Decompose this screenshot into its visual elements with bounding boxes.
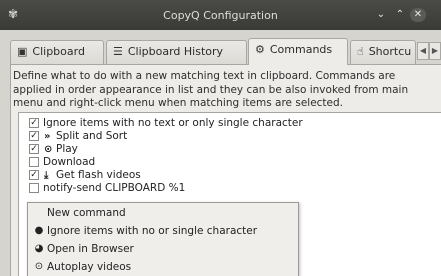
tab-label: Shortcu xyxy=(368,45,412,58)
command-checkbox[interactable]: ✓ xyxy=(29,118,39,128)
tab-commands[interactable]: ⚙ Commands xyxy=(248,38,348,65)
tab-clipboard[interactable]: ▣ Clipboard xyxy=(10,40,104,64)
tab-bar: ▣ Clipboard ☰ Clipboard History ⚙ Commands … xyxy=(8,38,441,65)
menu-item-label: New command xyxy=(47,207,126,219)
command-label: Get flash videos xyxy=(56,169,141,181)
tab-label: Commands xyxy=(269,43,333,56)
menu-item-new-command[interactable]: New command xyxy=(28,204,298,222)
menu-item-label: Open in Browser xyxy=(47,243,134,255)
globe-icon: ◕ xyxy=(34,243,44,254)
tab-scroll-left-button[interactable]: ◀ xyxy=(417,42,429,60)
menu-item-label: Autoplay videos xyxy=(47,261,132,273)
tab-shortcuts[interactable]: ☝ Shortcu xyxy=(350,40,416,64)
clipboard-icon: ▣ xyxy=(17,45,28,58)
minimize-button[interactable]: ⌄ xyxy=(374,8,388,22)
command-label: notify-send CLIPBOARD %1 xyxy=(43,182,186,194)
close-button[interactable]: ✕ xyxy=(410,8,426,22)
menu-item-autoplay-videos[interactable]: ⊙ Autoplay videos xyxy=(28,258,298,276)
maximize-button[interactable]: ⌃ xyxy=(393,8,407,22)
menu-item-label: Ignore items with no or single character xyxy=(47,225,258,237)
gears-icon: ⚙ xyxy=(255,43,265,56)
hand-pointer-icon: ☝ xyxy=(357,45,364,58)
tab-clipboard-history[interactable]: ☰ Clipboard History xyxy=(106,40,247,64)
play-circle-icon: ⊙ xyxy=(44,144,53,155)
menu-item-open-in-browser[interactable]: ◕ Open in Browser xyxy=(28,240,298,258)
command-checkbox[interactable] xyxy=(29,183,39,193)
tab-label: Clipboard History xyxy=(127,45,224,58)
exclamation-circle-icon: ● xyxy=(34,225,44,236)
add-command-menu: New command ● Ignore items with no or si… xyxy=(27,202,299,276)
command-checkbox[interactable]: ✓ xyxy=(29,170,39,180)
command-label: Split and Sort xyxy=(56,130,128,142)
play-circle-icon: ⊙ xyxy=(34,261,44,272)
menu-item-ignore-items[interactable]: ● Ignore items with no or single charact… xyxy=(28,222,298,240)
commands-description: Define what to do with a new matching te… xyxy=(13,70,409,109)
chevrons-down-icon: » xyxy=(44,131,51,142)
download-icon: ⤓ xyxy=(44,170,49,181)
command-label: Play xyxy=(56,143,78,155)
tab-scroll-right-button[interactable]: ▶ xyxy=(429,42,441,60)
title-bar: ✾ CopyQ Configuration ⌄ ⌃ ✕ xyxy=(0,0,441,30)
command-label: Download xyxy=(43,156,96,168)
command-checkbox[interactable] xyxy=(29,157,39,167)
command-label: Ignore items with no text or only single… xyxy=(43,117,303,129)
command-checkbox[interactable]: ✓ xyxy=(29,144,39,154)
list-icon: ☰ xyxy=(113,45,123,58)
tab-label: Clipboard xyxy=(32,45,85,58)
command-checkbox[interactable]: ✓ xyxy=(29,131,39,141)
